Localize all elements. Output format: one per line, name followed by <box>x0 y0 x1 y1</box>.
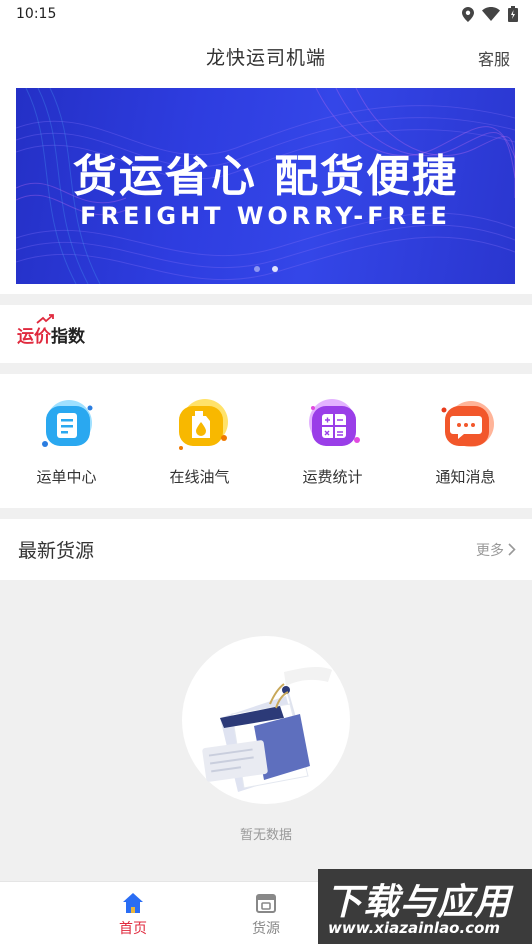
quick-menu: 运单中心 在线油气 运费统计 通知消息 <box>0 374 532 508</box>
nav-tab-home[interactable]: 首页 <box>93 892 173 938</box>
banner-carousel[interactable]: 货运省心 配货便捷 FREIGHT WORRY-FREE <box>16 88 515 284</box>
banner-dot[interactable] <box>254 266 260 272</box>
section-title: 最新货源 <box>18 540 95 562</box>
customer-service-button[interactable]: 客服 <box>478 46 510 70</box>
waybill-icon <box>41 400 92 447</box>
cargo-icon <box>256 894 276 913</box>
price-index-red-text: 运价 <box>17 326 51 347</box>
price-index-black-text: 指数 <box>51 326 85 347</box>
banner-pagination <box>254 266 278 272</box>
watermark-url: www.xiazainlao.com <box>328 919 501 937</box>
app-header: 龙快运司机端 客服 <box>0 28 532 84</box>
app-screen: 10:15 龙快运司机端 客服 货运省心 配货便捷 FREIGHT WORRY-… <box>0 0 532 944</box>
banner-dot-active[interactable] <box>272 266 278 272</box>
price-index-label: 运价 指数 <box>17 313 85 347</box>
menu-freight-stats[interactable]: 运费统计 <box>278 396 388 508</box>
chevron-right-icon <box>508 543 516 556</box>
menu-notifications[interactable]: 通知消息 <box>411 396 521 508</box>
status-icons <box>462 6 518 22</box>
status-time: 10:15 <box>16 6 57 22</box>
nav-label: 首页 <box>119 921 147 937</box>
latest-goods-header: 最新货源 更多 <box>0 519 532 580</box>
empty-text: 暂无数据 <box>239 828 292 843</box>
location-icon <box>462 6 474 22</box>
banner-section: 货运省心 配货便捷 FREIGHT WORRY-FREE <box>0 84 532 294</box>
price-index-card[interactable]: 运价 指数 <box>0 305 532 363</box>
menu-label: 运单中心 <box>36 468 97 486</box>
battery-icon <box>508 6 518 22</box>
banner-title: 货运省心 配货便捷 <box>72 151 459 202</box>
menu-label: 通知消息 <box>435 468 496 486</box>
empty-state: 暂无数据 <box>0 580 532 881</box>
menu-online-fuel[interactable]: 在线油气 <box>145 396 255 508</box>
site-watermark: 下载与应用 www.xiazainlao.com <box>318 869 532 944</box>
fuel-icon <box>178 399 228 450</box>
menu-waybill-center[interactable]: 运单中心 <box>12 396 122 508</box>
page-title: 龙快运司机端 <box>205 46 326 69</box>
more-label: 更多 <box>476 542 504 559</box>
nav-label: 货源 <box>252 921 280 937</box>
watermark-logo-text: 下载与应用 <box>326 882 512 923</box>
more-button[interactable]: 更多 <box>476 540 516 560</box>
menu-label: 在线油气 <box>169 468 230 486</box>
message-icon <box>441 401 494 447</box>
status-bar: 10:15 <box>0 0 532 28</box>
empty-folder-illustration <box>182 636 350 804</box>
calculator-icon <box>308 399 360 446</box>
banner-subtitle: FREIGHT WORRY-FREE <box>80 202 451 230</box>
wifi-icon <box>482 7 500 21</box>
menu-label: 运费统计 <box>302 468 363 486</box>
trend-up-icon <box>36 313 54 324</box>
home-icon <box>123 893 143 913</box>
nav-tab-cargo[interactable]: 货源 <box>226 892 306 938</box>
